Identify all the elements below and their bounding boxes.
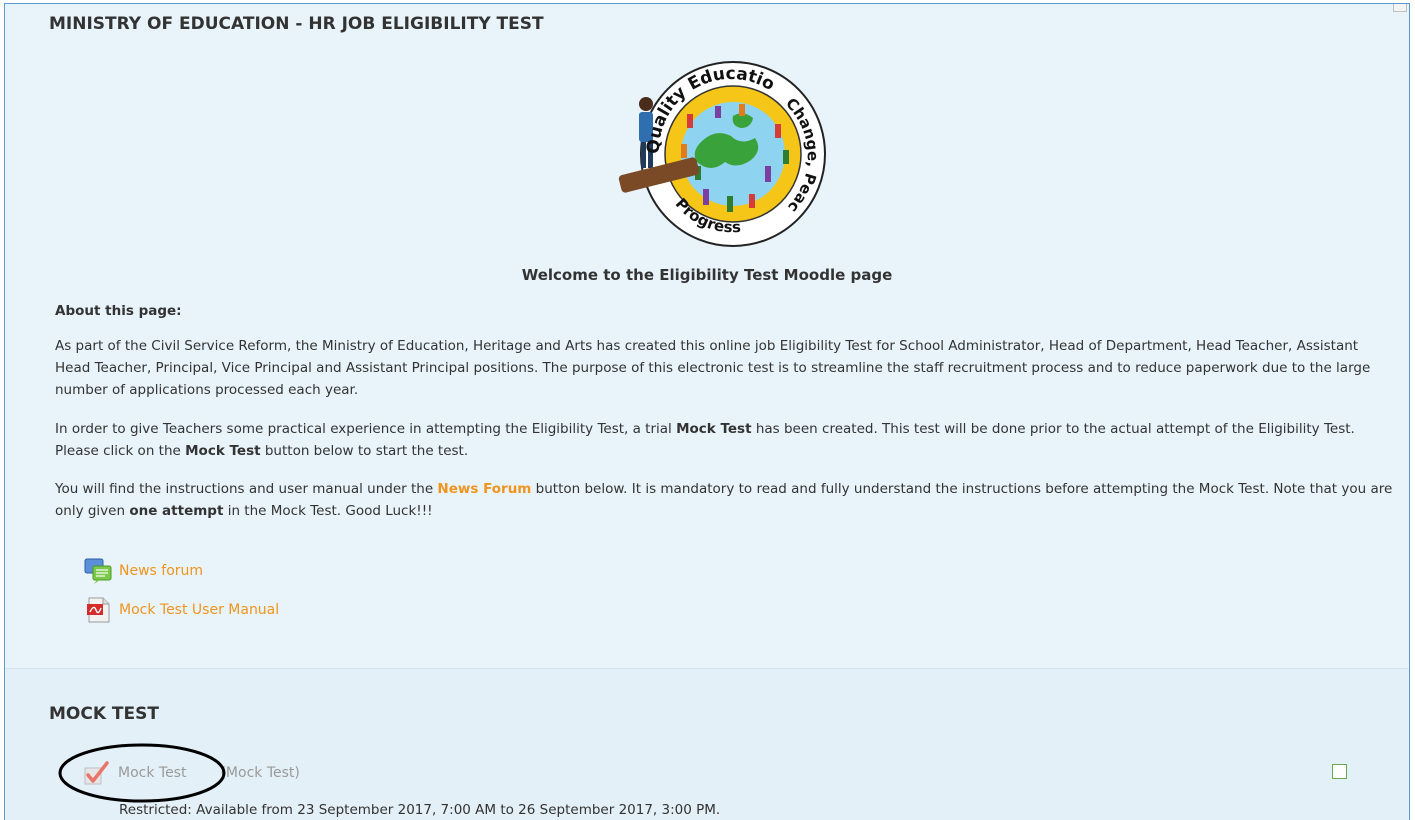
restriction-note: Restricted: Available from 23 September … bbox=[119, 802, 721, 818]
pdf-icon bbox=[87, 597, 110, 623]
mock-test-user-manual-label[interactable]: Mock Test User Manual bbox=[119, 602, 279, 618]
news-forum-inline-link[interactable]: News Forum bbox=[437, 481, 531, 497]
section-title-mock-test: MOCK TEST bbox=[49, 704, 159, 724]
welcome-heading: Welcome to the Eligibility Test Moodle p… bbox=[521, 266, 893, 284]
p3-text: You will find the instructions and user … bbox=[55, 481, 438, 497]
p2-text: button below to start the test. bbox=[260, 443, 469, 459]
p3-text: in the Mock Test. Good Luck!!! bbox=[223, 503, 433, 519]
highlight-ellipse-annotation bbox=[58, 743, 226, 803]
about-heading: About this page: bbox=[55, 303, 182, 319]
course-page: MINISTRY OF EDUCATION - HR JOB ELIGIBILI… bbox=[4, 3, 1410, 820]
p2-mock-test-bold: Mock Test bbox=[676, 421, 752, 437]
completion-checkbox[interactable] bbox=[1332, 764, 1347, 779]
mock-test-activity-type: (Mock Test) bbox=[220, 765, 300, 781]
forum-icon bbox=[84, 558, 112, 584]
top-right-checkbox[interactable] bbox=[1393, 4, 1407, 12]
about-paragraph-1: As part of the Civil Service Reform, the… bbox=[55, 338, 1371, 398]
quality-education-logo: Quality Education for Change, Peace and … bbox=[615, 54, 826, 247]
about-paragraph-3: You will find the instructions and user … bbox=[55, 478, 1395, 522]
news-forum-link[interactable]: News forum bbox=[83, 557, 203, 585]
news-forum-label[interactable]: News forum bbox=[119, 563, 203, 579]
p3-one-attempt-bold: one attempt bbox=[129, 503, 224, 519]
p2-mock-test-bold: Mock Test bbox=[185, 443, 261, 459]
about-paragraph-2: In order to give Teachers some practical… bbox=[55, 418, 1395, 462]
mock-test-user-manual-link[interactable]: Mock Test User Manual bbox=[83, 596, 279, 624]
p2-text: In order to give Teachers some practical… bbox=[55, 421, 677, 437]
section-title-general: MINISTRY OF EDUCATION - HR JOB ELIGIBILI… bbox=[49, 14, 544, 34]
